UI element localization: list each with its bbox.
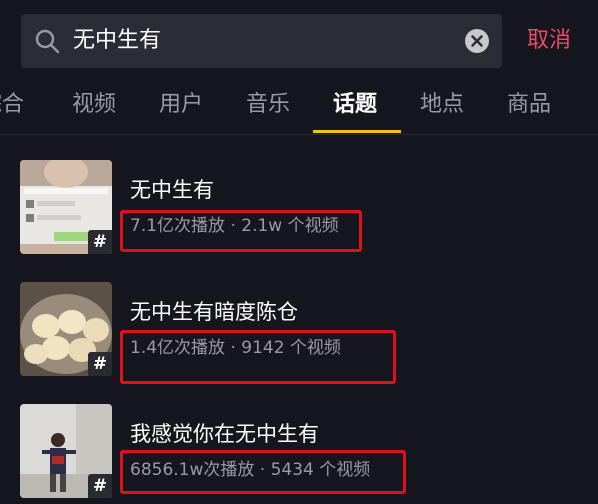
clear-icon[interactable]	[464, 28, 490, 54]
topic-title: 我感觉你在无中生有	[130, 422, 319, 446]
topic-thumbnail: #	[20, 282, 112, 376]
category-tabs: 综合 视频 用户 音乐 话题 地点 商品	[0, 76, 598, 134]
tab-topics[interactable]: 话题	[333, 90, 377, 120]
search-bar[interactable]: 无中生有	[21, 14, 502, 68]
tab-videos[interactable]: 视频	[72, 90, 116, 120]
hashtag-icon: #	[88, 474, 112, 498]
active-tab-indicator	[313, 130, 401, 133]
cancel-button[interactable]: 取消	[527, 27, 571, 55]
annotation-box	[120, 330, 396, 384]
tab-products[interactable]: 商品	[507, 90, 551, 120]
topic-title: 无中生有	[130, 178, 214, 202]
topic-result[interactable]: # 无中生有暗度陈仓 1.4亿次播放 · 9142 个视频	[0, 282, 598, 384]
topic-title: 无中生有暗度陈仓	[130, 300, 298, 324]
tab-locations[interactable]: 地点	[420, 90, 464, 120]
annotation-box	[120, 210, 362, 252]
tabs-divider	[0, 134, 598, 135]
topic-result[interactable]: # 我感觉你在无中生有 6856.1w次播放 · 5434 个视频	[0, 404, 598, 504]
tab-users[interactable]: 用户	[159, 90, 203, 120]
hashtag-icon: #	[88, 352, 112, 376]
tab-comprehensive[interactable]: 综合	[0, 90, 24, 120]
hashtag-icon: #	[88, 230, 112, 254]
topic-thumbnail: #	[20, 404, 112, 498]
annotation-box	[120, 450, 406, 494]
search-input[interactable]: 无中生有	[73, 27, 161, 55]
topic-thumbnail: #	[20, 160, 112, 254]
topic-result[interactable]: # 无中生有 7.1亿次播放 · 2.1w 个视频	[0, 160, 598, 260]
tab-music[interactable]: 音乐	[246, 90, 290, 120]
search-icon	[35, 29, 60, 54]
